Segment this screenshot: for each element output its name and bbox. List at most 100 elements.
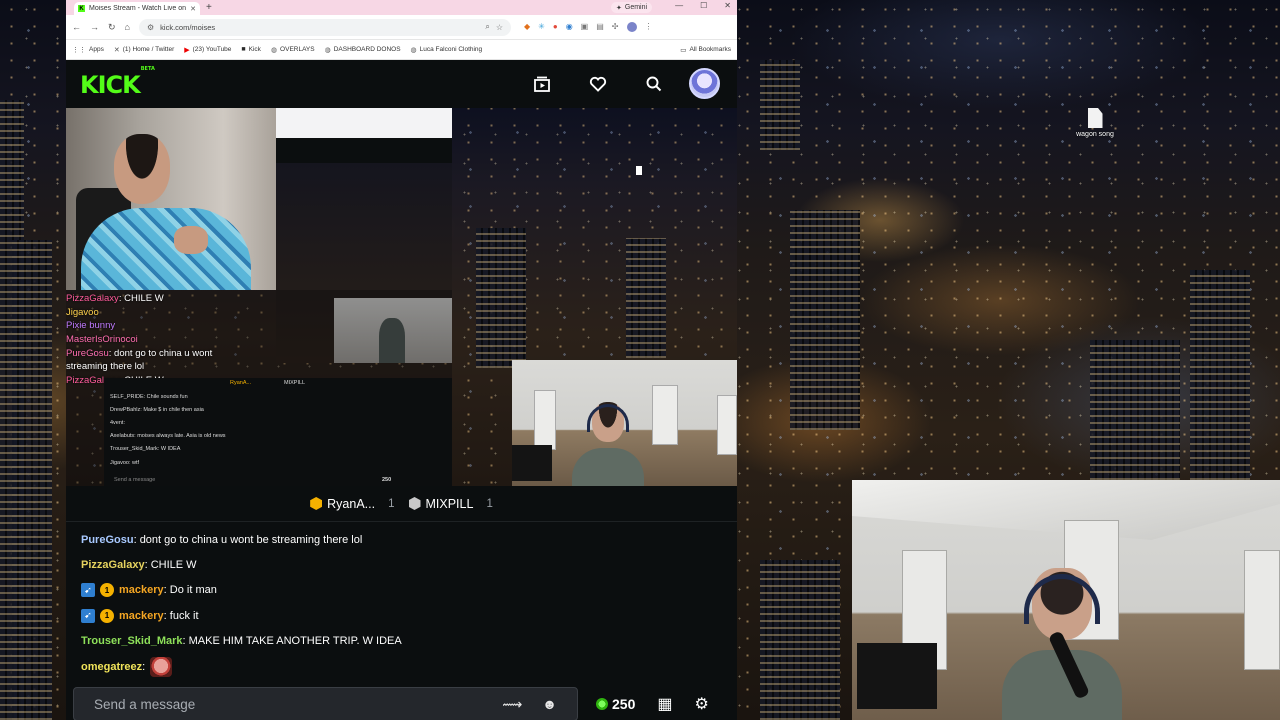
quick-emote-icon[interactable]: ⟿ <box>502 696 522 713</box>
webcam-overlay <box>852 480 1280 720</box>
site-info-icon[interactable]: ⚙ <box>147 23 154 32</box>
bookmark-star-icon[interactable]: ☆ <box>496 23 503 32</box>
streamer-head <box>114 134 170 204</box>
maximize-icon[interactable]: ☐ <box>700 1 707 10</box>
building <box>760 60 800 150</box>
gifter-badge-icon <box>310 497 323 510</box>
chat-panel: RyanA... 1 MIXPILL 1 PureGosu: dont go t… <box>66 486 737 720</box>
extension-icon[interactable]: ◉ <box>566 22 573 32</box>
youtube-icon: ▶ <box>184 46 190 54</box>
chat-messages: PureGosu: dont go to china u wont be str… <box>81 527 721 679</box>
bookmark-youtube[interactable]: ▶ (23) YouTube <box>184 46 231 54</box>
x-icon: ✕ <box>113 46 120 54</box>
bookmark-clothing[interactable]: ◍ Luca Falconi Clothing <box>411 46 483 54</box>
settings-gear-icon[interactable]: ⚙ <box>694 694 708 714</box>
chat-username[interactable]: mackery <box>119 610 164 622</box>
tab-kick[interactable]: K Moises Stream - Watch Live on ✕ <box>74 2 200 15</box>
bookmark-label: Apps <box>89 46 104 53</box>
stream-video[interactable]: PizzaGalaxy: CHILE W Jigavoo Pixie bunny… <box>66 108 737 486</box>
chat-username[interactable]: mackery <box>119 584 164 596</box>
chat-message: ➹ 1 mackery: Do it man <box>81 578 721 603</box>
sub-badge-icon: 1 <box>100 583 114 598</box>
nested-points: 250 <box>382 477 392 483</box>
chat-input-placeholder: Send a message <box>94 696 196 712</box>
bookmark-twitter[interactable]: ✕ (1) Home / Twitter <box>114 46 174 54</box>
gifter-count: 1 <box>388 497 395 510</box>
bookmark-overlays[interactable]: ◍ OVERLAYS <box>271 46 315 54</box>
home-icon[interactable]: ⌂ <box>125 22 130 32</box>
chat-username[interactable]: omegatreez <box>81 661 142 673</box>
gemini-button[interactable]: ✦ Gemini <box>611 2 653 13</box>
zoom-icon[interactable]: ⌕ <box>485 22 489 32</box>
chat-input[interactable]: Send a message ⟿ ☻ <box>73 687 578 720</box>
boost-badge-icon: ➹ <box>81 608 95 623</box>
extensions-puzzle-icon[interactable]: ✣ <box>612 22 619 32</box>
close-window-icon[interactable]: ✕ <box>724 1 731 10</box>
search-icon[interactable] <box>645 75 663 93</box>
kick-favicon-icon: K <box>78 5 85 12</box>
bookmark-dashboard[interactable]: ◍ DASHBOARD DONOS <box>325 46 401 54</box>
kick-logo[interactable]: KICKBETA <box>80 66 155 99</box>
chat-text: : dont go to china u wont be streaming t… <box>133 533 363 546</box>
following-icon[interactable] <box>533 75 551 93</box>
stream-facecam <box>66 108 276 290</box>
new-tab-button[interactable]: + <box>206 2 212 13</box>
all-bookmarks-button[interactable]: ▭ All Bookmarks <box>680 46 731 54</box>
store-icon[interactable]: ▦ <box>657 694 672 714</box>
gifter-entry[interactable]: MIXPILL 1 <box>408 497 493 511</box>
logo-text: KICK <box>80 71 141 99</box>
address-bar[interactable]: ⚙ kick.com/moises ⌕ ☆ <box>138 18 511 36</box>
stream-webcam <box>512 360 737 486</box>
minimize-icon[interactable]: — <box>675 1 683 10</box>
gifter-count: 1 <box>486 497 493 510</box>
back-icon[interactable]: ← <box>72 22 81 32</box>
all-bookmarks-label: All Bookmarks <box>689 46 731 53</box>
streamer-hands <box>174 226 208 254</box>
bookmark-label: Kick <box>248 46 261 53</box>
speaker <box>512 445 552 481</box>
menu-icon[interactable]: ⋮ <box>645 22 653 32</box>
bookmark-apps[interactable]: ⋮⋮ Apps <box>72 46 104 54</box>
chat-text: : CHILE W <box>144 559 197 572</box>
profile-avatar[interactable] <box>626 22 637 32</box>
chat-username[interactable]: PizzaGalaxy <box>81 559 145 571</box>
chat-username[interactable]: Trouser_Skid_Mark <box>81 635 183 647</box>
overlay-chat-line: MasterIsOrinocoi <box>66 334 138 345</box>
user-avatar[interactable] <box>689 68 720 99</box>
nested-browser-chrome <box>276 108 452 138</box>
folder-icon: ▭ <box>680 46 687 54</box>
emoji-icon[interactable]: ☻ <box>542 696 557 712</box>
kick-icon: ■ <box>241 46 246 53</box>
headset-icon <box>587 404 629 432</box>
file-icon <box>1087 108 1103 128</box>
forward-icon[interactable]: → <box>90 22 99 32</box>
close-tab-icon[interactable]: ✕ <box>190 5 196 13</box>
chat-text: : Do it man <box>163 584 217 597</box>
desktop-icon-label: wagon song <box>1076 131 1114 138</box>
extension-icon[interactable]: ● <box>553 22 558 32</box>
gifter-entry[interactable]: RyanA... 1 <box>310 497 395 511</box>
bookmark-kick[interactable]: ■ Kick <box>241 46 261 53</box>
chat-username[interactable]: PureGosu <box>81 534 134 546</box>
heart-icon[interactable] <box>589 75 607 93</box>
channel-points[interactable]: 250 <box>596 696 635 712</box>
chat-text: : <box>142 660 146 673</box>
reload-icon[interactable]: ↻ <box>108 22 116 33</box>
nested-gifter: RyanA... <box>230 380 252 386</box>
tab-strip: K Moises Stream - Watch Live on ✕ + ✦ Ge… <box>66 0 737 15</box>
extension-icon[interactable]: ✳ <box>538 22 545 32</box>
nested-chat-panel: RyanA... MIXPILL SELF_PRIDE: Chile sound… <box>104 378 452 486</box>
extension-icon[interactable]: ▣ <box>581 22 589 32</box>
desktop-file-icon[interactable]: wagon song <box>1073 108 1117 138</box>
overlay-chat-line: streaming there lol <box>66 361 145 372</box>
file-icon <box>636 166 642 175</box>
building <box>760 560 840 720</box>
extension-icon[interactable]: ◆ <box>524 22 530 32</box>
building <box>476 228 526 368</box>
globe-icon: ◍ <box>270 46 278 54</box>
sidebar-icon[interactable]: ▤ <box>596 22 604 32</box>
tab-title: Moises Stream - Watch Live on <box>89 5 186 12</box>
room-door <box>534 390 556 450</box>
browser-window: K Moises Stream - Watch Live on ✕ + ✦ Ge… <box>66 0 737 720</box>
chat-message: ➹ 1 mackery: fuck it <box>81 603 721 628</box>
